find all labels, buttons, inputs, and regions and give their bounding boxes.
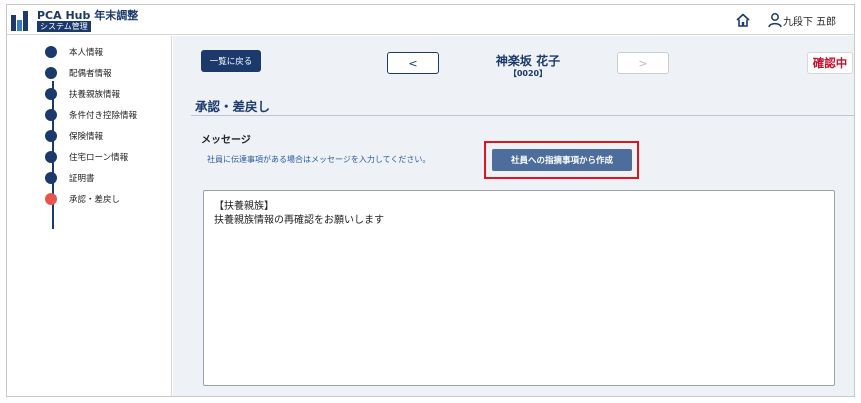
sidebar-item-personal[interactable]: 本人情報	[45, 45, 103, 59]
sidebar-item-label: 住宅ローン情報	[69, 153, 129, 163]
sidebar-item-label: 配偶者情報	[69, 69, 112, 79]
step-dot	[45, 109, 57, 121]
home-icon[interactable]	[735, 12, 751, 28]
next-employee-button[interactable]: >	[617, 52, 669, 74]
page-title: 承認・差戻し	[195, 99, 271, 114]
app-subtitle-badge: システム管理	[37, 21, 91, 32]
sidebar-item-label: 本人情報	[69, 48, 104, 58]
sidebar-item-label: 承認・差戻し	[69, 195, 121, 205]
step-dot	[45, 88, 57, 100]
section-divider	[191, 115, 854, 116]
message-textarea[interactable]: 【扶養親族】 扶養親族情報の再確認をお願いします	[203, 190, 835, 386]
sidebar-item-certificates[interactable]: 証明書	[45, 171, 95, 185]
employee-nav-bar: 一覧に戻る < 神楽坂 花子 【0020】 > 確認中	[173, 36, 854, 94]
main-panel: 一覧に戻る < 神楽坂 花子 【0020】 > 確認中 承認・差戻し メッセージ…	[173, 36, 854, 396]
employee-name: 神楽坂 花子	[495, 54, 561, 68]
pca-logo-icon	[11, 11, 28, 31]
sidebar-steps: 本人情報 配偶者情報 扶養親族情報 条件付き控除情報 保険情報 住宅ローン情報 …	[7, 36, 172, 396]
step-dot	[45, 67, 57, 79]
step-dot-active	[45, 193, 57, 205]
message-label: メッセージ	[201, 135, 251, 146]
app-header: PCA Hub 年末調整 システム管理 九段下 五郎	[7, 5, 854, 35]
user-icon[interactable]	[768, 12, 782, 28]
message-hint: 社員に伝達事項がある場合はメッセージを入力してください。	[207, 155, 431, 164]
step-dot	[45, 151, 57, 163]
sidebar-item-conditional-deduction[interactable]: 条件付き控除情報	[45, 108, 137, 122]
sidebar-item-label: 証明書	[69, 174, 95, 184]
step-dot	[45, 172, 57, 184]
sidebar-item-spouse[interactable]: 配偶者情報	[45, 66, 112, 80]
status-badge: 確認中	[807, 52, 853, 74]
step-dot	[45, 130, 57, 142]
prev-employee-button[interactable]: <	[387, 52, 439, 74]
sidebar-item-approval[interactable]: 承認・差戻し	[45, 192, 120, 206]
sidebar-item-label: 保険情報	[69, 132, 104, 142]
back-to-list-button[interactable]: 一覧に戻る	[201, 50, 261, 72]
step-dot	[45, 46, 57, 58]
sidebar-item-dependents[interactable]: 扶養親族情報	[45, 87, 120, 101]
create-from-remarks-button[interactable]: 社員への指摘事項から作成	[492, 149, 632, 171]
user-name[interactable]: 九段下 五郎	[783, 13, 836, 28]
sidebar-item-label: 扶養親族情報	[69, 90, 121, 100]
employee-code: 【0020】	[508, 69, 548, 78]
sidebar-item-housing-loan[interactable]: 住宅ローン情報	[45, 150, 128, 164]
app-window: PCA Hub 年末調整 システム管理 九段下 五郎 本人情報 配偶者情報 扶養…	[6, 4, 855, 397]
sidebar-item-label: 条件付き控除情報	[69, 111, 138, 121]
sidebar-item-insurance[interactable]: 保険情報	[45, 129, 103, 143]
